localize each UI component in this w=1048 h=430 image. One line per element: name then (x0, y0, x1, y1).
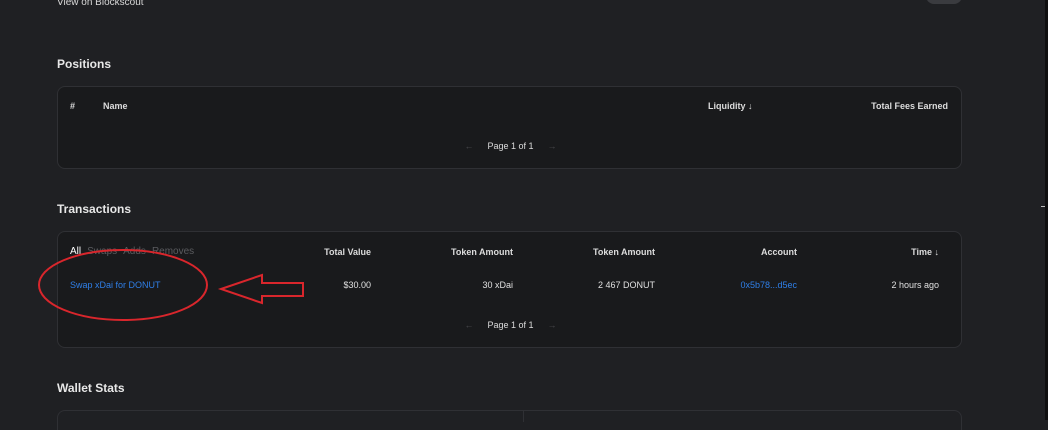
prev-page-arrow-icon[interactable]: ← (464, 320, 473, 330)
col-total-fees[interactable]: Total Fees Earned (871, 101, 948, 111)
filter-removes[interactable]: Removes (152, 246, 194, 257)
transactions-card: All Swaps Adds Removes Total Value Token Am… (57, 231, 962, 348)
page-label: Page 1 of 1 (487, 141, 534, 151)
page-label: Page 1 of 1 (487, 320, 534, 330)
positions-card: # Name Liquidity ↓ Total Fees Earned ← Pa… (57, 86, 962, 169)
wallet-stats-divider (523, 410, 524, 422)
edge-tick (1041, 206, 1045, 207)
col-name[interactable]: Name (103, 101, 128, 111)
tx-time: 2 hours ago (891, 280, 939, 290)
col-index: # (70, 101, 76, 111)
tx-token-amount-2: 2 467 DONUT (597, 280, 655, 290)
filter-swaps[interactable]: Swaps (87, 246, 117, 257)
col-total-value[interactable]: Total Value (324, 247, 371, 257)
positions-title: Positions (57, 57, 112, 71)
col-time[interactable]: Time ↓ (911, 247, 939, 257)
col-liquidity[interactable]: Liquidity ↓ (708, 101, 753, 111)
annotation-overlay (38, 249, 304, 321)
transactions-pager: ← Page 1 of 1 → (58, 320, 963, 330)
filter-all[interactable]: All (70, 246, 81, 257)
next-page-arrow-icon[interactable]: → (548, 141, 557, 151)
wallet-stats-title: Wallet Stats (57, 381, 125, 395)
filter-adds[interactable]: Adds (123, 246, 146, 257)
tx-token-amount-1: 30 xDai (482, 280, 513, 290)
col-token-amount-1[interactable]: Token Amount (451, 247, 513, 257)
col-account[interactable]: Account (761, 247, 797, 257)
wallet-stats-card (57, 410, 962, 430)
tx-account-link[interactable]: 0x5b78...d5ec (740, 280, 797, 290)
view-on-blockscout-link[interactable]: View on Blockscout (57, 0, 144, 8)
top-right-button[interactable] (926, 0, 962, 4)
tx-total-value: $30.00 (343, 280, 371, 290)
col-token-amount-2[interactable]: Token Amount (593, 247, 655, 257)
transaction-filters: All Swaps Adds Removes (70, 246, 200, 257)
next-page-arrow-icon[interactable]: → (548, 320, 557, 330)
tx-action-link[interactable]: Swap xDai for DONUT (70, 280, 161, 290)
transactions-title: Transactions (57, 202, 132, 216)
prev-page-arrow-icon[interactable]: ← (464, 141, 473, 151)
positions-pager: ← Page 1 of 1 → (58, 141, 963, 151)
